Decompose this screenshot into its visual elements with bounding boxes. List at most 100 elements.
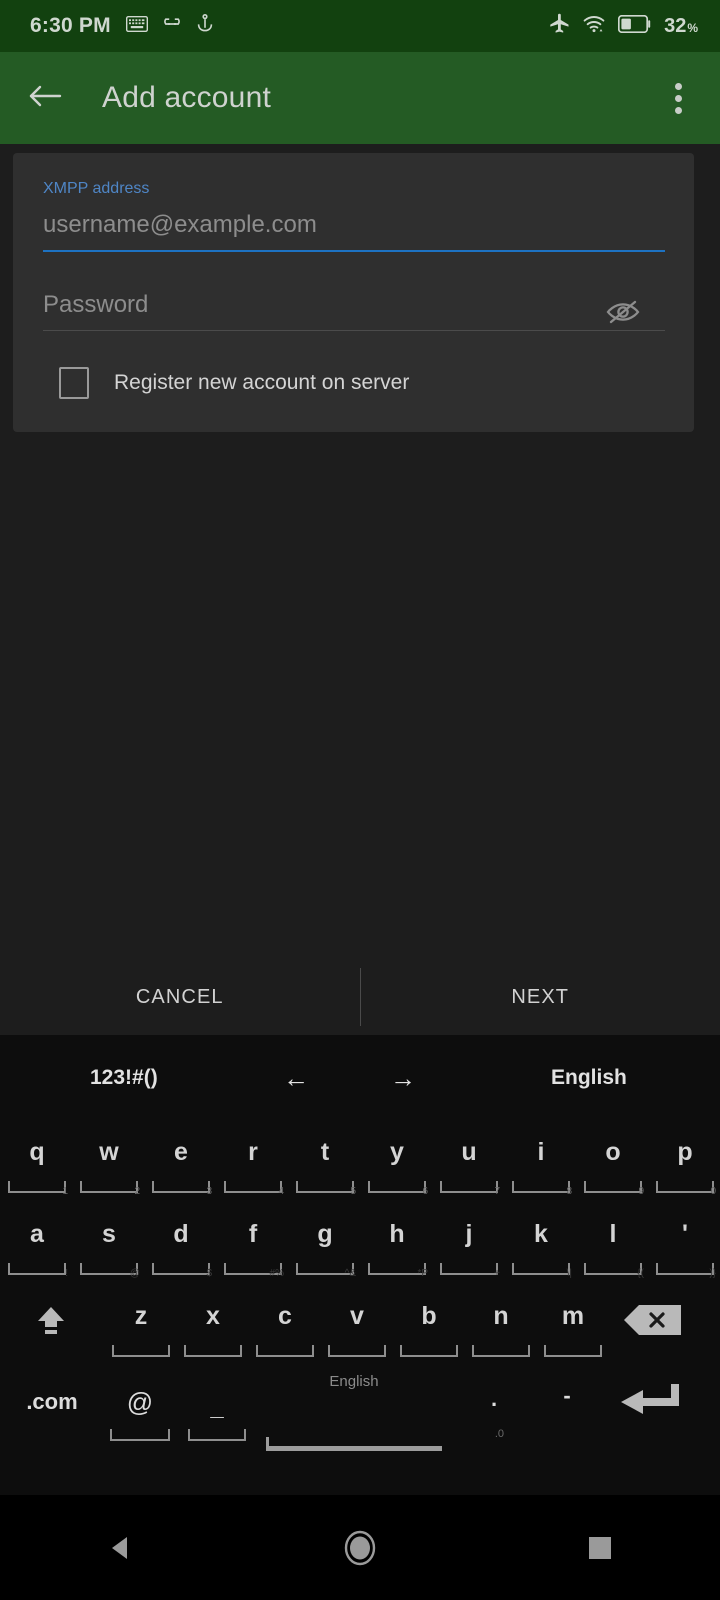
- dotcom-key-label: .com: [26, 1389, 78, 1414]
- enter-key[interactable]: [600, 1367, 712, 1455]
- key-frame: [184, 1345, 242, 1357]
- space-key-language-label: English: [329, 1373, 379, 1390]
- password-field[interactable]: Password: [43, 290, 665, 331]
- key-f[interactable]: f #%: [218, 1203, 288, 1281]
- symbols-key[interactable]: 123!#(): [90, 1066, 158, 1090]
- key-g[interactable]: g ^&: [290, 1203, 360, 1281]
- key-j[interactable]: j +: [434, 1203, 504, 1281]
- keyboard-icon: [125, 15, 148, 37]
- key-q[interactable]: q1: [2, 1121, 72, 1199]
- key-label: ': [682, 1220, 688, 1248]
- underscore-key[interactable]: _: [180, 1367, 254, 1455]
- download-anchor-icon: [196, 13, 214, 39]
- eye-off-icon[interactable]: [603, 292, 643, 332]
- key-hint: @: [129, 1268, 140, 1279]
- key-v[interactable]: v: [322, 1285, 392, 1363]
- key-hint: $: [206, 1268, 212, 1279]
- arrow-back-icon[interactable]: [28, 82, 62, 115]
- nav-recents-icon[interactable]: [540, 1495, 660, 1600]
- keyboard-row-2: a! s @ d $ f #% g ^& h *P j + k \| l{(')}: [0, 1203, 720, 1285]
- system-navigation-bar: [0, 1495, 720, 1600]
- cancel-button[interactable]: CANCEL: [0, 962, 360, 1032]
- page-title: Add account: [102, 81, 271, 114]
- key-label: q: [29, 1138, 45, 1166]
- backspace-key[interactable]: [596, 1285, 708, 1363]
- more-vertical-icon[interactable]: [660, 75, 696, 122]
- key-frame: [8, 1181, 66, 1193]
- key-apostrophe[interactable]: ')}: [650, 1203, 720, 1281]
- xmpp-address-label: XMPP address: [43, 180, 150, 197]
- dash-key[interactable]: -: [534, 1367, 600, 1455]
- app-bar: Add account: [0, 52, 720, 144]
- key-t[interactable]: t5: [290, 1121, 360, 1199]
- key-label: o: [605, 1138, 621, 1166]
- cursor-right-key[interactable]: →: [390, 1063, 416, 1094]
- key-frame: [584, 1181, 642, 1193]
- nav-back-icon[interactable]: [60, 1495, 180, 1600]
- cursor-left-key[interactable]: ←: [283, 1063, 309, 1094]
- key-k[interactable]: k \|: [506, 1203, 576, 1281]
- key-o[interactable]: o9: [578, 1121, 648, 1199]
- space-key[interactable]: English: [254, 1367, 454, 1455]
- shift-icon: [6, 1285, 96, 1355]
- next-button[interactable]: NEXT: [361, 962, 720, 1032]
- key-l[interactable]: l {(: [578, 1203, 648, 1281]
- register-new-account-row[interactable]: Register new account on server: [59, 367, 409, 399]
- key-hint: 6: [422, 1186, 428, 1197]
- xmpp-address-input[interactable]: username@example.com: [43, 210, 665, 250]
- key-hint: 2: [134, 1186, 140, 1197]
- key-frame: [224, 1181, 282, 1193]
- key-label: r: [248, 1138, 258, 1166]
- nav-home-icon[interactable]: [300, 1495, 420, 1600]
- period-key[interactable]: . .0: [454, 1367, 534, 1455]
- key-b[interactable]: b: [394, 1285, 464, 1363]
- key-n[interactable]: n: [466, 1285, 536, 1363]
- key-label: z: [134, 1302, 148, 1330]
- shift-key[interactable]: [6, 1285, 96, 1363]
- keyboard-row-4: .com @ _ English . .0 -: [0, 1367, 720, 1459]
- key-u[interactable]: u7: [434, 1121, 504, 1199]
- key-label: u: [461, 1138, 477, 1166]
- key-i[interactable]: i8: [506, 1121, 576, 1199]
- on-screen-keyboard: 123!#() ← → English q1w2e3r4t5y6u7i8o9p0…: [0, 1035, 720, 1495]
- key-x[interactable]: x: [178, 1285, 248, 1363]
- key-hint: )}: [709, 1268, 716, 1279]
- key-m[interactable]: m: [538, 1285, 608, 1363]
- dialog-actions: CANCEL NEXT: [0, 962, 720, 1032]
- key-frame: [152, 1181, 210, 1193]
- key-a[interactable]: a!: [2, 1203, 72, 1281]
- key-label: d: [173, 1220, 189, 1248]
- key-label: x: [206, 1302, 220, 1330]
- key-label: t: [320, 1138, 330, 1166]
- key-r[interactable]: r4: [218, 1121, 288, 1199]
- at-key[interactable]: @: [100, 1367, 180, 1455]
- key-s[interactable]: s @: [74, 1203, 144, 1281]
- key-label: b: [421, 1302, 437, 1330]
- key-h[interactable]: h *P: [362, 1203, 432, 1281]
- key-hint: 1: [62, 1186, 68, 1197]
- backspace-icon: [596, 1285, 708, 1355]
- key-z[interactable]: z: [106, 1285, 176, 1363]
- key-label: y: [390, 1138, 404, 1166]
- key-label: j: [465, 1220, 473, 1248]
- key-hint: *P: [417, 1268, 428, 1279]
- password-input[interactable]: Password: [43, 290, 665, 330]
- key-hint: ^&: [344, 1268, 356, 1279]
- key-frame: [400, 1345, 458, 1357]
- key-label: h: [389, 1220, 405, 1248]
- key-label: p: [677, 1138, 693, 1166]
- register-new-account-checkbox[interactable]: [59, 367, 89, 399]
- space-key-frame: [266, 1437, 442, 1451]
- dotcom-key[interactable]: .com: [4, 1367, 100, 1455]
- key-label: w: [99, 1138, 119, 1166]
- key-d[interactable]: d $: [146, 1203, 216, 1281]
- key-e[interactable]: e3: [146, 1121, 216, 1199]
- period-key-hint: .0: [494, 1428, 504, 1440]
- key-y[interactable]: y6: [362, 1121, 432, 1199]
- key-c[interactable]: c: [250, 1285, 320, 1363]
- key-p[interactable]: p0: [650, 1121, 720, 1199]
- xmpp-address-field[interactable]: username@example.com: [43, 210, 665, 252]
- key-w[interactable]: w2: [74, 1121, 144, 1199]
- key-hint: 9: [638, 1186, 644, 1197]
- language-key[interactable]: English: [551, 1066, 627, 1090]
